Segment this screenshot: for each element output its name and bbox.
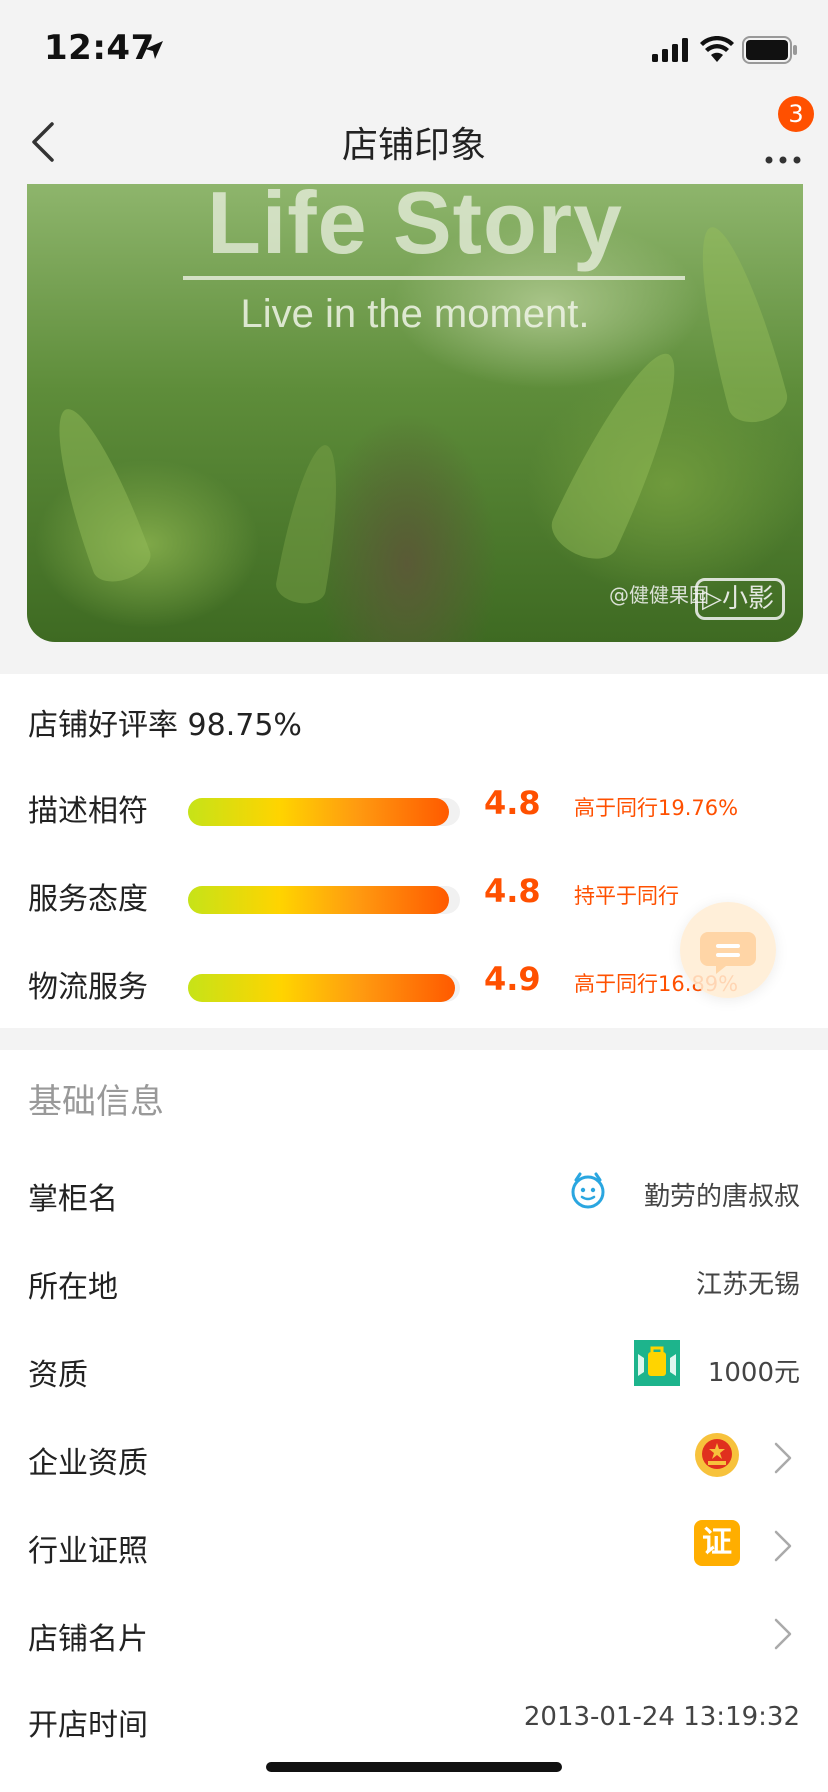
customer-service-chat-button[interactable] <box>680 902 776 998</box>
banner-watermark: @健健果园 <box>609 583 709 607</box>
rating-score: 4.8 <box>484 872 541 910</box>
banner-divider <box>183 276 685 280</box>
chat-bubble-icon <box>700 932 756 974</box>
info-row-industry-license[interactable]: 行业证照 证 <box>0 1502 828 1590</box>
rating-compare: 高于同行19.76% <box>574 796 739 820</box>
info-row-qualification: 资质 1000元 <box>0 1326 828 1414</box>
foliage <box>543 339 701 569</box>
nav-bar: 店铺印象 <box>0 100 828 184</box>
status-time: 12:47 <box>44 28 155 68</box>
info-row-store-card[interactable]: 店铺名片 <box>0 1590 828 1678</box>
store-video-banner[interactable]: Life Story Live in the moment. @健健果园 ▷小影 <box>27 184 803 642</box>
info-label: 所在地 <box>28 1270 118 1305</box>
qualification-value: 1000元 <box>707 1358 800 1388</box>
location-value: 江苏无锡 <box>695 1270 800 1300</box>
chevron-right-icon <box>774 1618 792 1650</box>
notification-badge: 3 <box>778 96 814 132</box>
page-title: 店铺印象 <box>341 125 486 166</box>
info-label: 企业资质 <box>28 1446 148 1481</box>
rating-bar-fill <box>188 974 455 1002</box>
info-label: 掌柜名 <box>28 1182 118 1217</box>
section-title: 基础信息 <box>28 1082 164 1122</box>
info-label: 店铺名片 <box>28 1622 148 1657</box>
rating-bar-fill <box>188 886 450 914</box>
rating-bar <box>188 798 460 826</box>
chevron-right-icon <box>774 1442 792 1474</box>
rating-summary: 店铺好评率 98.75% <box>28 700 302 744</box>
wifi-icon <box>700 36 734 62</box>
battery-icon <box>742 36 797 64</box>
chevron-right-icon <box>774 1530 792 1562</box>
info-label: 资质 <box>28 1358 88 1393</box>
cellular-signal-icon <box>652 38 688 62</box>
rating-label: 物流服务 <box>28 970 148 1005</box>
location-arrow-icon <box>145 41 163 59</box>
rating-bar <box>188 974 460 1002</box>
smiley-face-icon <box>571 1172 605 1209</box>
shopkeeper-name: 勤劳的唐叔叔 <box>643 1182 800 1212</box>
rating-bar-fill <box>188 798 450 826</box>
rating-compare: 持平于同行 <box>574 884 679 908</box>
rating-row-description: 描述相符 4.8 高于同行19.76% <box>0 778 828 838</box>
deposit-bag-icon <box>634 1340 680 1386</box>
home-indicator[interactable] <box>266 1762 562 1772</box>
rating-label: 服务态度 <box>28 882 148 917</box>
info-row-shopkeeper: 掌柜名 勤劳的唐叔叔 <box>0 1150 828 1238</box>
info-row-open-time: 开店时间 2013-01-24 13:19:32 <box>0 1676 828 1764</box>
banner-title: Life Story <box>207 184 623 272</box>
rating-bar <box>188 886 460 914</box>
national-emblem-icon <box>695 1433 739 1477</box>
rating-score: 4.8 <box>484 784 541 822</box>
rating-summary-label: 店铺好评率 <box>28 708 178 743</box>
info-row-enterprise-qualification[interactable]: 企业资质 <box>0 1414 828 1502</box>
basic-info-card: 基础信息 掌柜名 勤劳的唐叔叔 所在地 江苏无锡 资质 1000元 企业资质 行… <box>0 1050 828 1792</box>
banner-subtitle: Live in the moment. <box>240 292 590 336</box>
foliage <box>38 399 156 589</box>
open-time-value: 2013-01-24 13:19:32 <box>523 1702 800 1732</box>
foliage <box>273 440 351 608</box>
rating-summary-value: 98.75% <box>187 708 302 743</box>
info-row-location: 所在地 江苏无锡 <box>0 1238 828 1326</box>
info-label: 行业证照 <box>28 1534 148 1569</box>
watermark-logo: ▷小影 <box>695 578 785 620</box>
info-label: 开店时间 <box>28 1708 148 1743</box>
rating-label: 描述相符 <box>28 794 148 829</box>
certificate-icon: 证 <box>694 1520 740 1566</box>
rating-score: 4.9 <box>484 960 541 998</box>
status-bar: 12:47 <box>0 0 828 100</box>
